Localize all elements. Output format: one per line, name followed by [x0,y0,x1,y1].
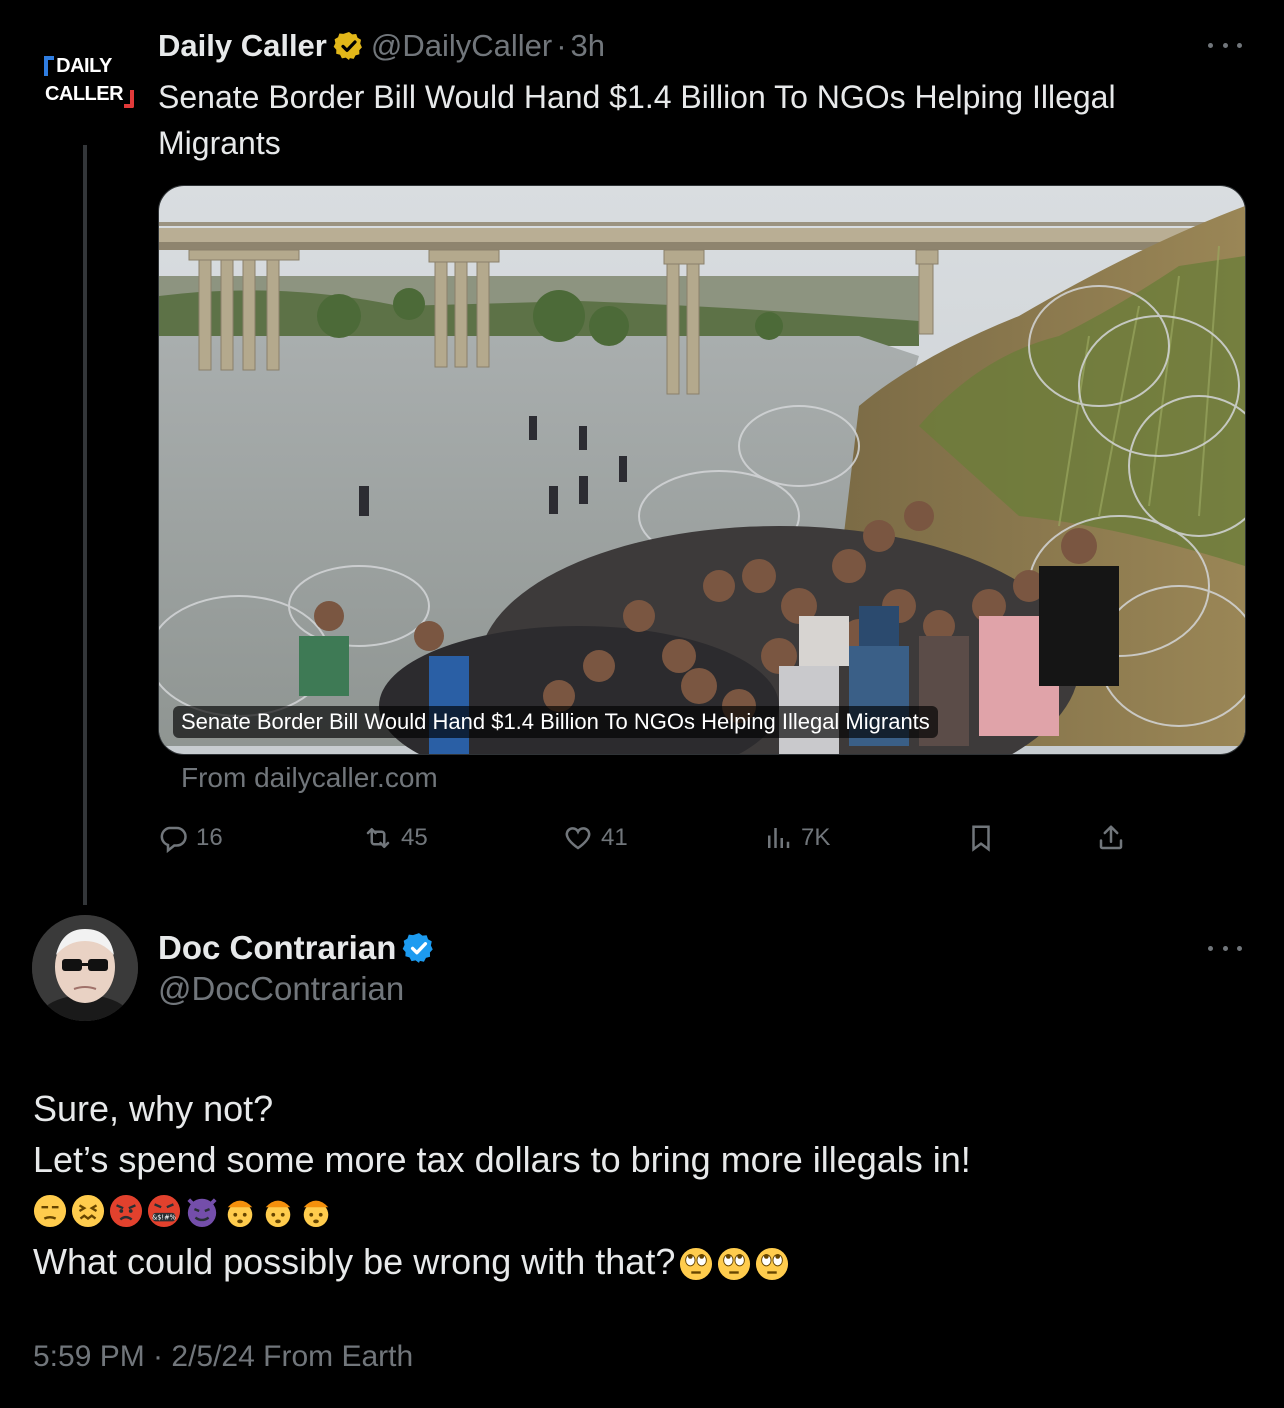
exploding-head-emoji-icon [303,1200,329,1227]
svg-text:&$!#%: &$!#% [152,1213,176,1221]
confounded-face-emoji-icon [71,1194,105,1227]
tweet-line-2: Let’s spend some more tax dollars to bri… [33,1139,971,1180]
main-tweet-text: Sure, why not? Let’s spend some more tax… [33,1083,1233,1287]
like-button[interactable]: 41 [563,818,628,858]
article-source-link[interactable]: From dailycaller.com [181,762,438,794]
share-button[interactable] [1096,818,1134,858]
bookmark-icon [972,825,990,852]
views-button[interactable]: 7K [763,818,830,858]
blue-verified-badge-icon[interactable] [402,931,436,965]
parent-action-bar: 16 45 41 7K [158,818,1158,858]
rolling-eyes-face-emoji-icon [756,1248,789,1281]
emoji-row: &$!#% [33,1185,1233,1236]
gold-verified-badge-icon[interactable] [333,30,365,62]
parent-display-name[interactable]: Daily Caller [158,28,327,64]
river-crossing-photo [159,186,1245,754]
view-count: 7K [801,824,831,851]
logo-line-1: DAILY [30,52,138,80]
parent-more-options-icon[interactable] [1208,40,1242,50]
parent-handle[interactable]: @DailyCaller [371,28,552,64]
smiling-imp-emoji-icon [187,1197,217,1227]
logo-line-2: CALLER [30,80,138,108]
heart-icon [565,827,591,850]
tweet-line-4-text: What could possibly be wrong with that? [33,1241,676,1282]
main-more-options-icon[interactable] [1208,943,1242,953]
daily-caller-avatar[interactable]: DAILY CALLER [30,32,138,140]
pouting-face-emoji-icon [109,1194,143,1227]
unamused-face-emoji-icon [33,1194,67,1227]
parent-tweet-header: Daily Caller @DailyCaller · 3h [158,26,605,66]
exploding-head-emoji-icon [265,1200,291,1227]
reply-icon [160,826,187,853]
exploding-head-emoji-icon [227,1200,253,1227]
article-card-image[interactable]: Senate Border Bill Would Hand $1.4 Billi… [158,185,1246,755]
symbols-on-mouth-face-emoji-icon: &$!#% [147,1194,181,1227]
meta-separator: · [556,28,567,63]
daily-caller-logo: DAILY CALLER [30,52,138,108]
article-card-caption: Senate Border Bill Would Hand $1.4 Billi… [173,706,938,738]
main-tweet-header: Doc Contrarian [158,926,436,970]
main-display-name[interactable]: Doc Contrarian [158,929,396,967]
reply-count: 16 [196,824,223,851]
doc-contrarian-avatar[interactable] [32,915,138,1021]
avatar-portrait [32,915,138,1021]
reply-button[interactable]: 16 [158,818,223,858]
rolling-eyes-emoji-group [679,1247,789,1281]
main-handle[interactable]: @DocContrarian [158,970,404,1008]
rolling-eyes-face-emoji-icon [680,1248,713,1281]
repost-button[interactable]: 45 [363,818,428,858]
views-chart-icon [768,828,790,848]
tweet-timestamp[interactable]: 5:59 PM · 2/5/24 From Earth [33,1340,413,1374]
tweet-line-4: What could possibly be wrong with that? [33,1236,1233,1287]
thread-connector-line [83,145,87,905]
tweet-line-1: Sure, why not? [33,1088,274,1129]
share-icon [1099,825,1123,850]
parent-time[interactable]: 3h [571,28,605,64]
tweet-detail-page: DAILY CALLER Daily Caller @DailyCaller ·… [0,0,1284,1408]
repost-count: 45 [401,824,428,851]
like-count: 41 [601,824,628,851]
repost-icon [366,828,390,848]
rolling-eyes-face-emoji-icon [718,1248,751,1281]
parent-tweet-text: Senate Border Bill Would Hand $1.4 Billi… [158,79,1116,161]
bookmark-button[interactable] [966,818,1004,858]
